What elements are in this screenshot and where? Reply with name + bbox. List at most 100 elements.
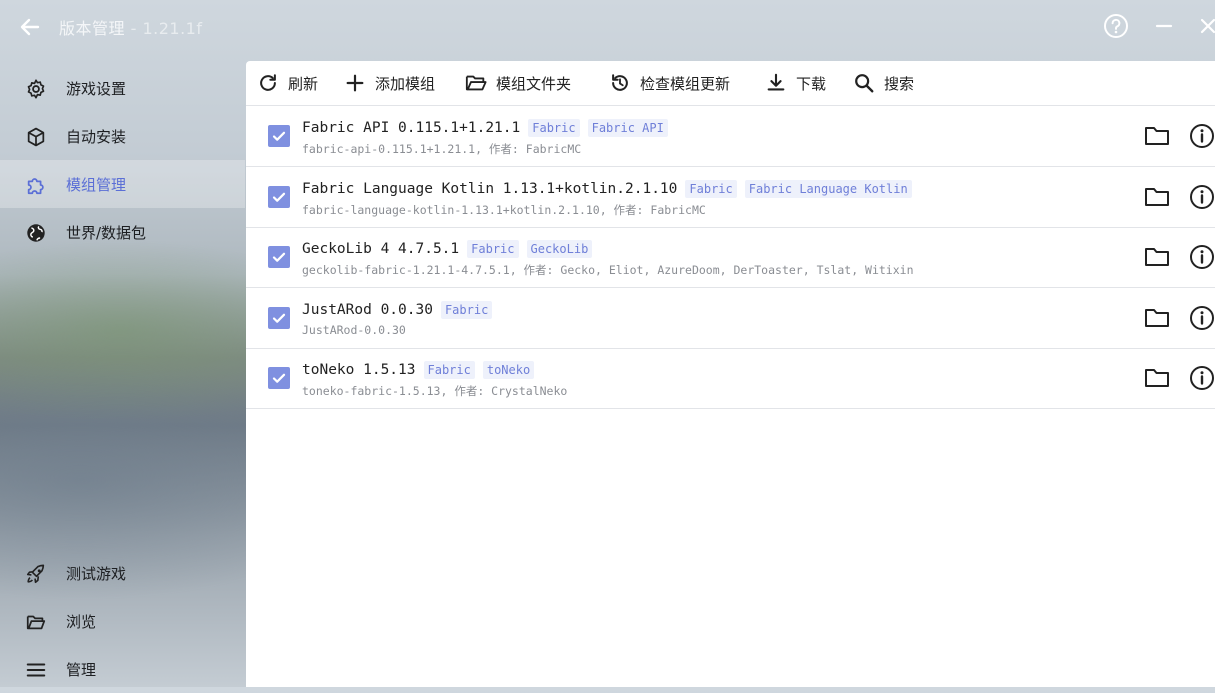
mod-folder-button[interactable]: 模组文件夹 — [464, 70, 571, 96]
mod-title-line: Fabric Language Kotlin 1.13.1+kotlin.2.1… — [302, 177, 912, 201]
mod-name: Fabric API 0.115.1+1.21.1 — [302, 120, 521, 136]
version-label: - 1.21.1f — [125, 19, 203, 38]
mod-row[interactable]: Fabric Language Kotlin 1.13.1+kotlin.2.1… — [246, 167, 1215, 228]
mod-title-line: toNeko 1.5.13 Fabric toNeko — [302, 358, 535, 382]
mod-name: Fabric Language Kotlin 1.13.1+kotlin.2.1… — [302, 181, 678, 197]
mod-file-info: JustARod-0.0.30 — [302, 323, 406, 337]
search-label: 搜索 — [884, 74, 915, 93]
search-button[interactable]: 搜索 — [852, 70, 914, 96]
sidebar: 游戏设置 自动安装 模组管理 世界/数据包 测试游戏 浏览 管理 — [0, 62, 245, 687]
page-title: 版本管理 - 1.21.1f — [59, 15, 202, 39]
mod-tag: toNeko — [482, 361, 535, 379]
update-check-icon — [608, 71, 632, 95]
sidebar-item-worlds-datapacks[interactable]: 世界/数据包 — [0, 208, 245, 256]
mod-file-info: toneko-fabric-1.5.13, 作者: CrystalNeko — [302, 384, 568, 398]
checkmark-icon — [272, 313, 286, 323]
minimize-button[interactable] — [1150, 12, 1178, 40]
mod-row[interactable]: GeckoLib 4 4.7.5.1 Fabric GeckoLib gecko… — [246, 227, 1215, 288]
folder-icon — [1145, 369, 1169, 387]
sidebar-item-label: 模组管理 — [66, 176, 127, 194]
mod-enable-checkbox[interactable] — [268, 246, 290, 268]
sidebar-item-manage[interactable]: 管理 — [0, 645, 245, 693]
mod-folder-label: 模组文件夹 — [496, 74, 572, 93]
mod-info-button[interactable] — [1189, 184, 1215, 210]
mod-info-button[interactable] — [1189, 123, 1215, 149]
help-icon — [1104, 14, 1128, 38]
mod-enable-checkbox[interactable] — [268, 367, 290, 389]
checkmark-icon — [272, 373, 286, 383]
open-folder-button[interactable] — [1144, 305, 1170, 331]
folder-icon — [1145, 188, 1169, 206]
refresh-label: 刷新 — [288, 74, 319, 93]
puzzle-icon — [24, 173, 48, 197]
sidebar-item-label: 测试游戏 — [66, 565, 127, 583]
mod-tag: Fabric Language Kotlin — [744, 180, 912, 198]
folder-icon — [1145, 248, 1169, 266]
checkmark-icon — [272, 192, 286, 202]
mod-tag: Fabric — [685, 180, 737, 198]
help-button[interactable] — [1102, 12, 1130, 40]
checkmark-icon — [272, 252, 286, 262]
info-icon — [1190, 185, 1214, 209]
sidebar-item-auto-install[interactable]: 自动安装 — [0, 112, 245, 160]
mod-tag: Fabric — [423, 361, 475, 379]
sidebar-item-label: 游戏设置 — [66, 80, 127, 98]
sidebar-item-game-settings[interactable]: 游戏设置 — [0, 64, 245, 112]
info-icon — [1190, 366, 1214, 390]
mod-enable-checkbox[interactable] — [268, 125, 290, 147]
mod-tag: Fabric — [440, 301, 493, 319]
add-mod-label: 添加模组 — [375, 74, 436, 93]
mod-name: GeckoLib 4 4.7.5.1 — [302, 241, 460, 257]
folder-icon — [1145, 127, 1169, 145]
globe-icon — [24, 221, 48, 245]
back-button[interactable] — [16, 13, 44, 41]
mod-enable-checkbox[interactable] — [268, 307, 290, 329]
mod-info-button[interactable] — [1189, 244, 1215, 270]
title-bar: 版本管理 - 1.21.1f — [0, 0, 1215, 52]
mod-file-info: geckolib-fabric-1.21.1-4.7.5.1, 作者: Geck… — [302, 263, 914, 277]
folder-icon — [1145, 309, 1169, 327]
mod-info-button[interactable] — [1189, 305, 1215, 331]
mod-title-line: Fabric API 0.115.1+1.21.1 Fabric Fabric … — [302, 116, 668, 140]
open-folder-button[interactable] — [1144, 123, 1170, 149]
sidebar-item-browse[interactable]: 浏览 — [0, 597, 245, 645]
close-button[interactable] — [1194, 12, 1215, 40]
mod-enable-checkbox[interactable] — [268, 186, 290, 208]
mod-name: toNeko 1.5.13 — [302, 362, 416, 378]
mod-row[interactable]: JustARod 0.0.30 Fabric JustARod-0.0.30 — [246, 288, 1215, 349]
folder-open-icon — [24, 610, 48, 634]
info-icon — [1190, 245, 1214, 269]
mod-tag: Fabric — [467, 240, 519, 258]
arrow-left-icon — [20, 18, 40, 36]
info-icon — [1190, 306, 1214, 330]
minimize-icon — [1155, 24, 1173, 28]
mod-title-line: JustARod 0.0.30 Fabric — [302, 298, 493, 322]
sidebar-item-label: 世界/数据包 — [66, 224, 147, 242]
add-mod-button[interactable]: 添加模组 — [343, 70, 435, 96]
mod-tag: Fabric API — [587, 119, 668, 137]
check-mod-updates-button[interactable]: 检查模组更新 — [608, 70, 730, 96]
plus-icon — [343, 71, 367, 95]
sidebar-item-test-game[interactable]: 测试游戏 — [0, 549, 245, 597]
mod-file-info: fabric-api-0.115.1+1.21.1, 作者: FabricMC — [302, 142, 582, 156]
page-title-text: 版本管理 — [59, 19, 126, 38]
mod-file-info: fabric-language-kotlin-1.13.1+kotlin.2.1… — [302, 203, 706, 217]
open-folder-button[interactable] — [1144, 244, 1170, 270]
mod-info-button[interactable] — [1189, 365, 1215, 391]
toolbar: 刷新 添加模组 模组文件夹 检查模组更新 下载 搜索 — [246, 61, 1215, 106]
download-button[interactable]: 下载 — [764, 70, 826, 96]
sidebar-item-label: 管理 — [66, 661, 97, 679]
folder-open-icon — [464, 71, 488, 95]
gear-icon — [24, 77, 48, 101]
sidebar-item-mod-management[interactable]: 模组管理 — [0, 160, 245, 208]
open-folder-button[interactable] — [1144, 184, 1170, 210]
mod-name: JustARod 0.0.30 — [302, 302, 433, 318]
check-mod-updates-label: 检查模组更新 — [640, 74, 731, 93]
mod-row[interactable]: Fabric API 0.115.1+1.21.1 Fabric Fabric … — [246, 106, 1215, 167]
download-icon — [764, 71, 788, 95]
mod-row[interactable]: toNeko 1.5.13 Fabric toNeko toneko-fabri… — [246, 348, 1215, 409]
mod-tag: GeckoLib — [526, 240, 593, 258]
refresh-button[interactable]: 刷新 — [256, 70, 318, 96]
open-folder-button[interactable] — [1144, 365, 1170, 391]
mod-title-line: GeckoLib 4 4.7.5.1 Fabric GeckoLib — [302, 237, 593, 261]
